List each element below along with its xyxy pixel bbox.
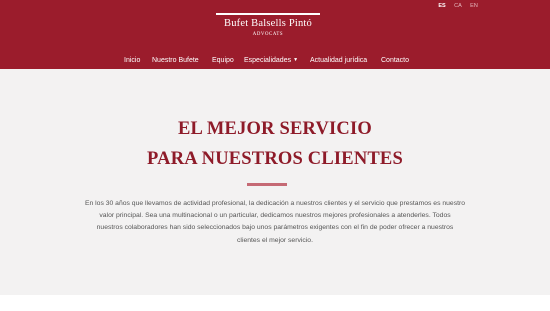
language-switcher: ES CA EN xyxy=(434,3,482,9)
site-logo[interactable]: Bufet Balsells Pintó ADVOCATS xyxy=(210,13,326,43)
headline-divider xyxy=(247,183,287,186)
nav-item-contacto[interactable]: Contacto xyxy=(381,56,409,65)
hero-headline-line-1: EL MEJOR SERVICIO xyxy=(178,119,372,139)
hero-section xyxy=(0,69,550,295)
language-es[interactable]: ES xyxy=(434,3,450,9)
logo-subtitle: ADVOCATS xyxy=(252,32,284,37)
nav-item-especialidades[interactable]: Especialidades ▼ xyxy=(244,56,298,65)
intro-line-3: nuestros colaboradores han sido seleccio… xyxy=(96,224,454,232)
nav-item-actualidad-juridica[interactable]: Actualidad jurídica xyxy=(310,56,367,65)
language-ca[interactable]: CA xyxy=(450,3,466,9)
nav-item-equipo[interactable]: Equipo xyxy=(212,56,234,65)
nav-item-inicio[interactable]: Inicio xyxy=(124,56,140,65)
chevron-down-icon: ▼ xyxy=(293,57,299,63)
language-en[interactable]: EN xyxy=(466,3,482,9)
intro-line-2: valor principal. Sea una multinacional o… xyxy=(99,212,451,220)
hero-headline: EL MEJOR SERVICIO PARA NUESTROS CLIENTES xyxy=(0,114,550,174)
nav-item-nuestro-bufete[interactable]: Nuestro Bufete xyxy=(152,56,199,65)
logo-rule xyxy=(216,13,320,15)
hero-headline-line-2: PARA NUESTROS CLIENTES xyxy=(147,149,403,169)
site-header: ES CA EN Bufet Balsells Pintó ADVOCATS I… xyxy=(0,0,550,69)
logo-name: Bufet Balsells Pintó xyxy=(224,18,312,29)
intro-line-4: clientes el mejor servicio. xyxy=(237,236,313,244)
main-nav: Inicio Nuestro Bufete Equipo Especialida… xyxy=(0,56,550,66)
intro-line-1: En los 30 años que llevamos de actividad… xyxy=(84,200,466,207)
intro-paragraph: En los 30 años que llevamos de actividad… xyxy=(50,198,500,247)
nav-item-especialidades-label: Especialidades xyxy=(244,57,292,64)
